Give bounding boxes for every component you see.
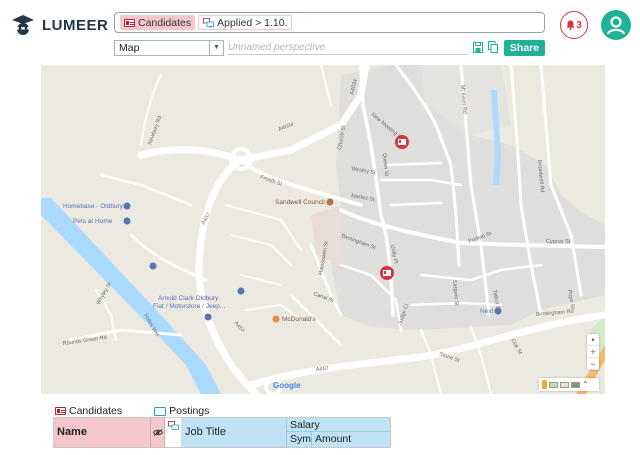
locate-button[interactable]: • xyxy=(587,334,599,346)
column-salary[interactable]: Salary xyxy=(286,418,390,432)
shopping-pin-icon[interactable] xyxy=(123,202,131,210)
government-pin-icon[interactable] xyxy=(326,198,334,206)
map-layer-bar: ⌃ xyxy=(539,378,599,391)
column-name[interactable]: Name xyxy=(54,418,151,447)
user-avatar[interactable] xyxy=(601,10,631,40)
road-label: Cyprus St xyxy=(546,239,571,245)
logo[interactable]: LUMEER xyxy=(10,12,108,38)
notifications-button[interactable]: 3 xyxy=(560,11,588,39)
shopping-pin-icon[interactable] xyxy=(204,313,212,321)
card-monitor-icon xyxy=(168,421,179,430)
link-column[interactable] xyxy=(165,418,182,447)
collection-tabs: Candidates Postings xyxy=(55,404,210,419)
candidate-marker[interactable] xyxy=(395,135,409,149)
expand-icon[interactable]: ⌃ xyxy=(582,380,589,389)
perspective-type-value: Map xyxy=(119,42,140,54)
satellite-layer-icon[interactable] xyxy=(571,381,580,388)
poi-label: McDonald's xyxy=(282,316,317,323)
candidate-marker[interactable] xyxy=(380,266,394,280)
column-amount[interactable]: Amount xyxy=(311,432,390,447)
map-zoom-controls: • + − xyxy=(587,334,599,370)
notification-count: 3 xyxy=(576,19,582,31)
share-button[interactable]: Share xyxy=(504,40,545,56)
poi-label: Next xyxy=(480,308,494,315)
eye-icon xyxy=(152,429,163,436)
column-job-title[interactable]: Job Title xyxy=(182,418,286,447)
monitor-icon xyxy=(154,406,167,419)
poi-label: Arnold Clark Oldbury xyxy=(158,295,219,302)
map-canvas[interactable]: A4034 A4034 Church St New Meeting St Mt … xyxy=(41,65,605,394)
perspective-toolbar: Map ▼ Unnamed perspective Share xyxy=(114,40,546,56)
tab-label: Postings xyxy=(169,405,210,417)
road-label: A457 xyxy=(232,320,245,334)
road-label: A457 xyxy=(201,212,213,226)
map-attribution: Google xyxy=(273,381,301,390)
map-view[interactable]: A4034 A4034 Church St New Meeting St Mt … xyxy=(41,65,605,394)
shopping-pin-icon[interactable] xyxy=(237,287,245,295)
search-chip-collection[interactable]: Candidates xyxy=(120,15,196,30)
pegman-icon[interactable] xyxy=(542,380,547,389)
road-label: A457 xyxy=(316,366,329,373)
tab-postings[interactable]: Postings xyxy=(154,405,210,419)
tab-label: Candidates xyxy=(69,405,123,417)
card-monitor-icon xyxy=(203,17,215,27)
tab-candidates[interactable]: Candidates xyxy=(55,405,122,417)
perspective-name-input[interactable]: Unnamed perspective xyxy=(228,41,468,55)
restaurant-pin-icon[interactable] xyxy=(272,315,280,323)
road-label: A4034 xyxy=(278,122,295,133)
id-card-icon xyxy=(55,407,66,415)
chip-label: Candidates xyxy=(138,16,192,29)
poi-label: Fiat / Motorstore / Jeep... xyxy=(153,303,225,310)
bell-icon xyxy=(566,20,575,30)
app-root: LUMEER Candidates Applied > 1.10. 3 Map … xyxy=(0,0,640,455)
map-layer-icon[interactable] xyxy=(560,381,569,388)
table-header: Name Job Title Salary Sym Amount xyxy=(53,417,391,448)
id-card-icon xyxy=(124,18,135,27)
road-label: Oak St xyxy=(509,338,523,356)
shopping-pin-icon[interactable] xyxy=(149,262,157,270)
search-chip-link-filter[interactable]: Applied > 1.10. xyxy=(198,15,293,30)
copy-icon[interactable] xyxy=(488,41,498,53)
chip-label: Applied > 1.10. xyxy=(217,16,288,29)
road-label: Newbury Rd xyxy=(147,115,163,145)
poi-label: Sandwell Council xyxy=(275,199,325,206)
lumeer-logo-icon xyxy=(12,15,34,35)
perspective-type-select[interactable]: Map ▼ xyxy=(114,40,224,56)
poi-label: Homebase - Oldbury xyxy=(63,203,124,210)
shopping-pin-icon[interactable] xyxy=(494,307,502,315)
save-icon[interactable] xyxy=(473,42,483,53)
column-sym[interactable]: Sym xyxy=(286,432,311,447)
zoom-in-button[interactable]: + xyxy=(587,346,599,358)
brand-name: LUMEER xyxy=(42,16,109,34)
chevron-down-icon: ▼ xyxy=(209,41,223,55)
poi-label: Pets at Home xyxy=(73,218,113,225)
user-icon xyxy=(606,16,626,35)
search-box[interactable]: Candidates Applied > 1.10. xyxy=(114,12,545,33)
column-visibility[interactable] xyxy=(151,418,165,447)
shopping-pin-icon[interactable] xyxy=(123,217,131,225)
zoom-out-button[interactable]: − xyxy=(587,358,599,370)
terrain-layer-icon[interactable] xyxy=(549,381,558,388)
